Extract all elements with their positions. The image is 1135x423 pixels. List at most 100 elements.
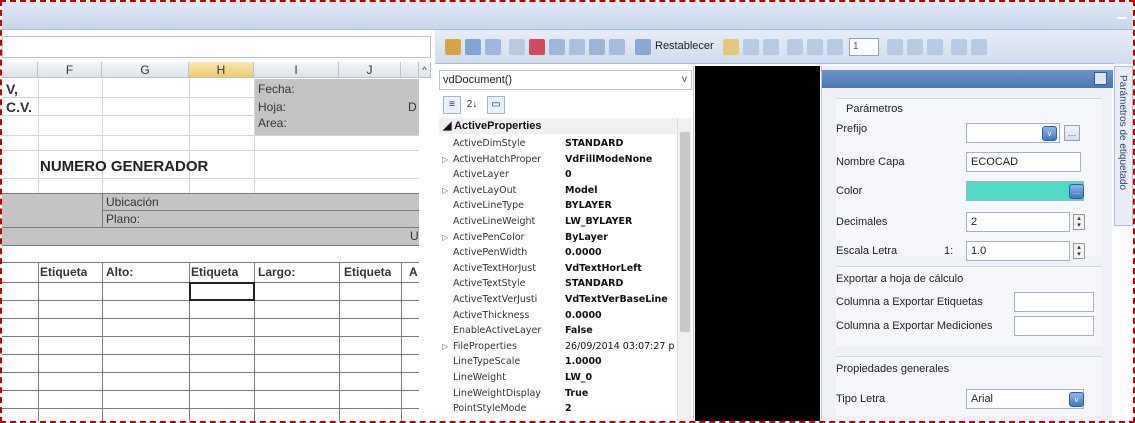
property-pages-icon[interactable]: ▭ xyxy=(487,96,505,114)
col-mediciones-input[interactable] xyxy=(1014,316,1094,336)
property-row[interactable]: ▷ ActiveLayOut Model xyxy=(439,183,675,199)
scroll-up-icon[interactable]: ^ xyxy=(419,62,431,78)
tool-icon-16[interactable] xyxy=(907,39,923,55)
property-row[interactable]: ▷ ActiveHatchProper VdFillModeNone xyxy=(439,152,675,168)
object-selector[interactable]: vdDocument() v xyxy=(439,70,692,90)
expand-icon[interactable]: ▷ xyxy=(442,183,448,199)
toolbar-overflow[interactable] xyxy=(1114,30,1133,64)
property-row[interactable]: ActiveLayer 0 xyxy=(439,167,675,183)
property-row[interactable]: ActiveLineWeight LW_BYLAYER xyxy=(439,214,675,230)
property-value[interactable]: STANDARD xyxy=(565,136,677,152)
side-tab-parametros-etiquetado[interactable]: Parámetros de etiquetado xyxy=(1114,66,1133,226)
scroll-thumb[interactable] xyxy=(680,132,690,332)
tool-icon-17[interactable] xyxy=(927,39,943,55)
property-value[interactable]: VdTextVerBaseLine xyxy=(565,292,677,308)
tool-icon-10[interactable] xyxy=(743,39,759,55)
row-header-corner[interactable] xyxy=(2,62,38,78)
property-row[interactable]: LineWeightDisplay True xyxy=(439,386,675,402)
tool-icon-7[interactable] xyxy=(589,39,605,55)
save-icon[interactable] xyxy=(529,39,545,55)
prefijo-dropdown-icon[interactable]: v xyxy=(1042,126,1057,141)
formula-bar[interactable] xyxy=(2,36,431,58)
categorized-icon[interactable]: ≡ xyxy=(443,96,461,114)
category-header[interactable]: ◢ ActiveProperties xyxy=(439,118,677,134)
restablecer-icon[interactable] xyxy=(635,39,651,55)
property-value[interactable]: BYLAYER xyxy=(565,198,677,214)
property-row[interactable]: ActiveDimStyle STANDARD xyxy=(439,136,675,152)
property-row[interactable]: ActiveLineType BYLAYER xyxy=(439,198,675,214)
tool-icon-12[interactable] xyxy=(787,39,803,55)
property-value[interactable]: False xyxy=(565,323,677,339)
sort-alpha-icon[interactable]: 2↓ xyxy=(463,96,481,114)
tool-icon-11[interactable] xyxy=(763,39,779,55)
nombre-capa-input[interactable]: ECOCAD xyxy=(966,152,1081,172)
column-header-f[interactable]: F xyxy=(38,62,102,78)
property-value[interactable]: ByLayer xyxy=(565,230,677,246)
property-value[interactable]: 0 xyxy=(565,167,677,183)
property-row[interactable]: ActiveTextStyle STANDARD xyxy=(439,276,675,292)
tool-icon-14[interactable] xyxy=(827,39,843,55)
property-row[interactable]: LineTypeScale 1.0000 xyxy=(439,354,675,370)
property-row[interactable]: ActivePenWidth 0.0000 xyxy=(439,245,675,261)
property-value[interactable]: STANDARD xyxy=(565,276,677,292)
tool-icon-6[interactable] xyxy=(569,39,585,55)
property-value[interactable]: 0.0000 xyxy=(565,308,677,324)
property-value[interactable]: 1.0000 xyxy=(565,354,677,370)
restablecer-button[interactable]: Restablecer xyxy=(655,40,714,52)
property-value[interactable]: Model xyxy=(565,183,677,199)
color-dropdown-icon[interactable]: … xyxy=(1069,184,1084,199)
tool-icon-18[interactable] xyxy=(971,39,987,55)
expand-icon[interactable]: ▷ xyxy=(442,230,448,246)
column-header-h[interactable]: H xyxy=(189,62,254,78)
tool-icon-13[interactable] xyxy=(807,39,823,55)
column-header-next[interactable] xyxy=(401,62,419,78)
escala-spinner-icon[interactable]: ▴ ▾ xyxy=(1073,243,1085,259)
tipo-letra-dropdown-icon[interactable]: v xyxy=(1069,392,1084,407)
tool-icon-5[interactable] xyxy=(549,39,565,55)
escala-letra-input[interactable]: 1.0 xyxy=(966,241,1070,261)
property-row[interactable]: ▷ ActivePenColor ByLayer xyxy=(439,230,675,246)
tool-icon-9[interactable] xyxy=(723,39,739,55)
expand-icon[interactable]: ▷ xyxy=(442,152,448,168)
drawing-canvas[interactable] xyxy=(695,66,820,421)
property-value[interactable]: True xyxy=(565,386,677,402)
zoom-icon[interactable] xyxy=(951,39,967,55)
property-value[interactable]: VdTextHorLeft xyxy=(565,261,677,277)
color-picker[interactable] xyxy=(966,181,1084,201)
tool-icon-2[interactable] xyxy=(465,39,481,55)
prefijo-browse-button[interactable]: … xyxy=(1064,125,1080,141)
toolbar-spin-input[interactable]: 1 xyxy=(849,38,879,56)
propgrid-scrollbar[interactable] xyxy=(677,118,691,421)
property-row[interactable]: PointStyleMode 2 xyxy=(439,401,675,417)
property-value[interactable]: 2 xyxy=(565,401,677,417)
tool-icon-3[interactable] xyxy=(485,39,501,55)
property-row[interactable]: ▷ FileProperties 26/09/2014 03:07:27 p xyxy=(439,339,675,355)
property-row[interactable]: ActiveTextVerJusti VdTextVerBaseLine xyxy=(439,292,675,308)
spreadsheet[interactable]: F G H I J ^ V, C.V. Fecha: Hoja: D Area:… xyxy=(2,30,431,421)
group-parametros: Parámetros Prefijo v … Nombre Capa ECOCA… xyxy=(836,98,1102,261)
column-header-g[interactable]: G xyxy=(102,62,189,78)
tool-icon-8[interactable] xyxy=(609,39,625,55)
tipo-letra-select[interactable]: Arial xyxy=(966,389,1084,409)
active-cell-selection[interactable] xyxy=(189,282,255,301)
pin-icon[interactable] xyxy=(1094,72,1107,85)
property-value[interactable]: LW_0 xyxy=(565,370,677,386)
decimales-spinner-icon[interactable]: ▴ ▾ xyxy=(1073,214,1085,230)
col-etiquetas-input[interactable] xyxy=(1014,292,1094,312)
column-header-i[interactable]: I xyxy=(254,62,339,78)
property-row[interactable]: EnableActiveLayer False xyxy=(439,323,675,339)
property-row[interactable]: LineWeight LW_0 xyxy=(439,370,675,386)
decimales-input[interactable]: 2 xyxy=(966,212,1070,232)
property-row[interactable]: ActiveThickness 0.0000 xyxy=(439,308,675,324)
column-header-j[interactable]: J xyxy=(339,62,401,78)
tool-icon-4[interactable] xyxy=(509,39,525,55)
property-value[interactable]: VdFillModeNone xyxy=(565,152,677,168)
property-value[interactable]: 26/09/2014 03:07:27 p xyxy=(565,339,677,355)
property-value[interactable]: LW_BYLAYER xyxy=(565,214,677,230)
tool-icon-15[interactable] xyxy=(887,39,903,55)
property-row[interactable]: ActiveTextHorJust VdTextHorLeft xyxy=(439,261,675,277)
minimize-icon[interactable] xyxy=(1117,11,1127,19)
property-value[interactable]: 0.0000 xyxy=(565,245,677,261)
tool-icon-1[interactable] xyxy=(445,39,461,55)
expand-icon[interactable]: ▷ xyxy=(442,339,448,355)
